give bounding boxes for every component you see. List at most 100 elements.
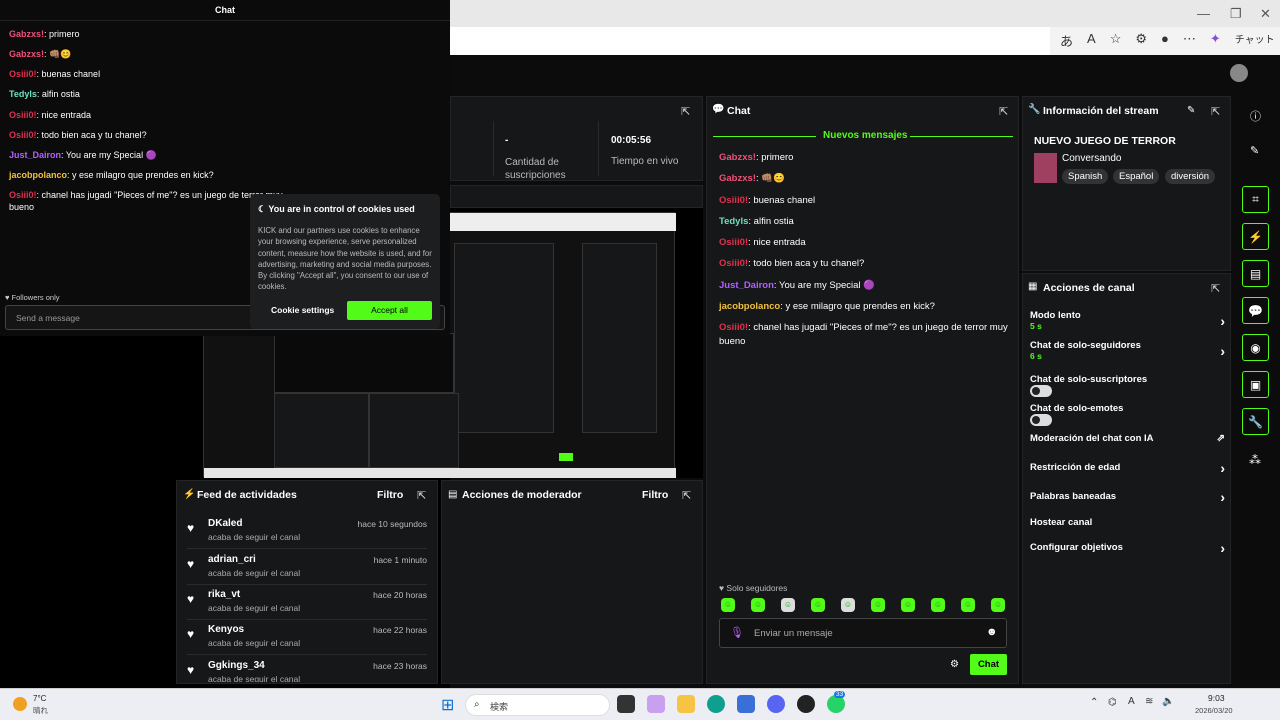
chat-username[interactable]: jacobpolanco [719, 301, 780, 312]
popout-icon[interactable]: ⇱ [1211, 105, 1222, 118]
chat-username[interactable]: Osiii0! [719, 195, 748, 206]
chat-username[interactable]: Gabzxs! [9, 49, 44, 59]
maximize-icon[interactable]: ❐ [1230, 6, 1242, 22]
popout-icon[interactable]: ⇱ [682, 489, 693, 502]
emoji-icon[interactable]: ☻ [986, 626, 998, 638]
emote-icon[interactable]: ☺ [841, 598, 855, 612]
profile-icon[interactable]: ● [1161, 31, 1169, 50]
chat-username[interactable]: Osiii0! [9, 190, 37, 200]
chat-username[interactable]: Osiii0! [719, 322, 748, 333]
edit-icon[interactable]: ✎ [1250, 144, 1259, 157]
chat-username[interactable]: Osiii0! [9, 110, 37, 120]
emote-icon[interactable]: ☺ [931, 598, 945, 612]
emote-icon[interactable]: ☺ [901, 598, 915, 612]
more-icon[interactable]: ⋯ [1183, 31, 1196, 50]
chat-username[interactable]: Gabzxs! [9, 29, 44, 39]
emote-icon[interactable]: ☺ [751, 598, 765, 612]
volume-icon[interactable]: 🔈 [1162, 696, 1174, 707]
chat-username[interactable]: Gabzxs! [719, 173, 756, 184]
lightning-icon[interactable]: ⚡ [1242, 223, 1269, 250]
task-view-icon[interactable] [617, 695, 635, 713]
chat-icon[interactable]: 💬 [1242, 297, 1269, 324]
subs-only-toggle[interactable] [1030, 385, 1052, 397]
minimize-icon[interactable]: — [1197, 6, 1210, 21]
followers-only-label: Solo seguidores [726, 583, 788, 593]
close-icon[interactable]: ✕ [1260, 6, 1271, 22]
store-icon[interactable] [737, 695, 755, 713]
chat-username[interactable]: Just_Dairon [9, 150, 61, 160]
chat-username[interactable]: Tedyls [719, 216, 748, 227]
cookie-settings-button[interactable]: Cookie settings [271, 305, 334, 315]
emote-icon[interactable]: ☺ [811, 598, 825, 612]
translate-icon[interactable]: あ [1060, 31, 1073, 50]
wrench-icon[interactable]: 🔧 [1242, 408, 1269, 435]
favorite-star-icon[interactable]: ☆ [1110, 31, 1122, 50]
popout-icon[interactable]: ⇱ [1211, 282, 1222, 295]
copilot-app-icon[interactable] [647, 695, 665, 713]
windows-start-icon[interactable]: ⊞ [441, 695, 454, 715]
taskbar-search[interactable]: ⌕ 検索 [465, 694, 610, 716]
popout-icon[interactable]: ⇱ [417, 489, 428, 502]
chat-username[interactable]: Gabzxs! [719, 152, 756, 163]
emotes-only-toggle[interactable] [1030, 414, 1052, 426]
emote-icon[interactable]: ☺ [781, 598, 795, 612]
chat-username[interactable]: Tedyls [9, 89, 37, 99]
settings-gear-icon[interactable]: ⚙ [950, 659, 959, 670]
chat-username[interactable]: Just_Dairon [719, 280, 774, 291]
chat-messages: Gabzxs!: primero Gabzxs!: 👊🏽😊 Osiii0!: bue… [719, 151, 1009, 357]
font-icon[interactable]: A [1128, 696, 1135, 707]
edit-pencil-icon[interactable]: ✎ [1187, 105, 1195, 116]
action-ai-moderation[interactable]: Moderación del chat con IA ⇗ [1030, 433, 1225, 444]
emote-icon[interactable]: ☺ [721, 598, 735, 612]
chat-username[interactable]: jacobpolanco [9, 170, 67, 180]
document-icon[interactable]: ▤ [1242, 260, 1269, 287]
popout-icon[interactable]: ⇱ [681, 105, 692, 118]
action-host-channel[interactable]: Hostear canal [1030, 517, 1225, 528]
edge-icon[interactable] [707, 695, 725, 713]
popout-icon[interactable]: ⇱ [999, 105, 1010, 118]
action-goals[interactable]: Configurar objetivos › [1030, 540, 1225, 556]
category-name: Conversando [1062, 153, 1122, 164]
clock-date[interactable]: 2026/03/20 [1195, 706, 1233, 715]
read-aloud-icon[interactable]: A [1087, 31, 1096, 50]
accept-all-button[interactable]: Accept all [347, 301, 432, 320]
copilot-label[interactable]: チャット [1235, 31, 1275, 50]
broadcast-icon[interactable]: ◉ [1242, 334, 1269, 361]
obs-icon[interactable] [797, 695, 815, 713]
wifi-icon[interactable]: ≋ [1145, 696, 1153, 707]
action-label: Chat de solo-emotes [1030, 403, 1124, 414]
send-chat-button[interactable]: Chat [970, 654, 1007, 675]
layout-icon[interactable]: ▣ [1242, 371, 1269, 398]
copilot-icon[interactable]: ✦ [1210, 31, 1221, 50]
action-slow-mode[interactable]: Modo lento 5 s › [1030, 310, 1225, 332]
chat-username[interactable]: Osiii0! [9, 69, 37, 79]
chat-username[interactable]: Osiii0! [9, 130, 37, 140]
lightning-icon: ⚡ [183, 489, 196, 500]
tray-chevron-icon[interactable]: ⌃ [1090, 697, 1098, 708]
action-age-restriction[interactable]: Restricción de edad › [1030, 460, 1225, 476]
extensions-icon[interactable]: ⚙ [1135, 31, 1147, 50]
emote-icon[interactable]: ☺ [961, 598, 975, 612]
mod-filter-button[interactable]: Filtro [642, 489, 668, 501]
info-icon[interactable]: ⓘ [1250, 108, 1261, 124]
network-icon[interactable]: ⌬ [1108, 697, 1117, 708]
clock-time[interactable]: 9:03 [1208, 693, 1225, 703]
file-explorer-icon[interactable] [677, 695, 695, 713]
emote-icon[interactable]: ☺ [871, 598, 885, 612]
action-followers-only[interactable]: Chat de solo-seguidores 6 s › [1030, 340, 1225, 362]
discord-icon[interactable] [767, 695, 785, 713]
action-banned-words[interactable]: Palabras baneadas › [1030, 489, 1225, 505]
feed-action: acaba de seguir el canal [208, 603, 301, 613]
integrations-icon[interactable]: ⁂ [1249, 453, 1261, 467]
chat-input[interactable]: 🎙 Enviar un mensaje ☻ [719, 618, 1007, 648]
chat-username[interactable]: Osiii0! [719, 258, 748, 269]
user-avatar[interactable] [1230, 64, 1248, 82]
emote-icon[interactable]: ☺ [991, 598, 1005, 612]
stream-title: NUEVO JUEGO DE TERROR [1034, 135, 1176, 147]
feed-filter-button[interactable]: Filtro [377, 489, 403, 501]
address-bar[interactable] [450, 27, 1050, 55]
chat-username[interactable]: Osiii0! [719, 237, 748, 248]
microphone-icon[interactable]: 🎙 [730, 626, 744, 639]
screenshot-icon[interactable]: ⌗ [1242, 186, 1269, 213]
chevron-right-icon: › [1220, 343, 1225, 359]
